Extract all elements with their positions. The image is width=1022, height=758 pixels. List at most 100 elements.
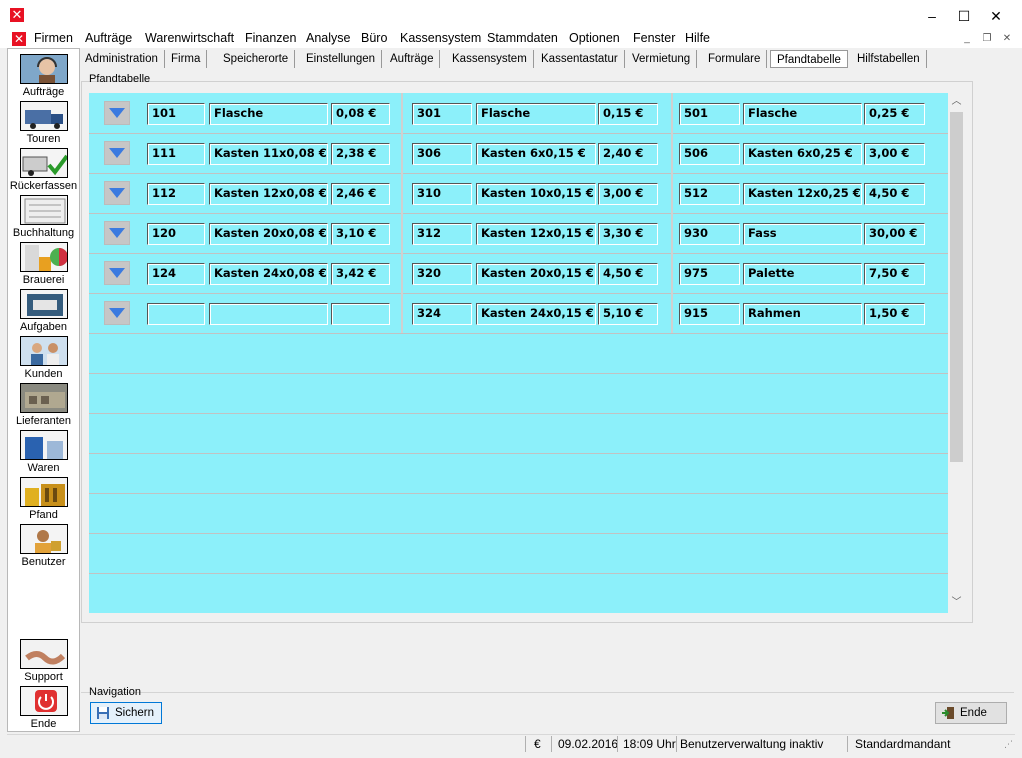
menu-analyse[interactable]: Analyse (306, 31, 350, 45)
sidebar-item-buchhaltung[interactable]: Buchhaltung (8, 195, 79, 239)
mdi-minimize-button[interactable]: _ (960, 32, 974, 46)
sidebar-item-rueckerfassen[interactable]: Rückerfassen (8, 148, 79, 192)
deposit-code[interactable]: 512 (679, 183, 740, 205)
deposit-name[interactable]: Flasche (209, 103, 328, 125)
deposit-name[interactable] (209, 303, 328, 325)
scroll-up-icon[interactable]: ︿ (948, 93, 965, 110)
scrollbar-thumb[interactable] (950, 112, 963, 462)
deposit-name[interactable]: Kasten 12x0,25 € (743, 183, 862, 205)
deposit-name[interactable]: Fass (743, 223, 862, 245)
row-dropdown-button[interactable] (104, 181, 130, 205)
deposit-price[interactable]: 0,08 € (331, 103, 390, 125)
maximize-button[interactable]: ☐ (949, 6, 979, 26)
deposit-name[interactable]: Kasten 24x0,08 € (209, 263, 328, 285)
deposit-code[interactable] (147, 303, 205, 325)
tab-pfandtabelle[interactable]: Pfandtabelle (770, 50, 848, 68)
mdi-app-icon[interactable]: ✕ (12, 32, 26, 46)
mdi-close-button[interactable]: ✕ (1000, 32, 1014, 46)
tab-speicherorte[interactable]: Speicherorte (217, 50, 296, 68)
deposit-price[interactable]: 7,50 € (864, 263, 925, 285)
row-dropdown-button[interactable] (104, 141, 130, 165)
tab-hilfstabellen[interactable]: Hilfstabellen (851, 50, 927, 68)
tab-kassentastatur[interactable]: Kassentastatur (535, 50, 625, 68)
row-dropdown-button[interactable] (104, 301, 130, 325)
sidebar-item-lieferanten[interactable]: Lieferanten (8, 383, 79, 427)
deposit-price[interactable]: 30,00 € (864, 223, 925, 245)
menu-stammdaten[interactable]: Stammdaten (487, 31, 558, 45)
sidebar-item-pfand[interactable]: Pfand (8, 477, 79, 521)
deposit-code[interactable]: 506 (679, 143, 740, 165)
sidebar-item-kunden[interactable]: Kunden (8, 336, 79, 380)
menu-firmen[interactable]: Firmen (34, 31, 73, 45)
tab-formulare[interactable]: Formulare (702, 50, 768, 68)
close-button[interactable]: ✕ (981, 6, 1011, 26)
deposit-code[interactable]: 312 (412, 223, 472, 245)
deposit-price[interactable]: 1,50 € (864, 303, 925, 325)
tab-firma[interactable]: Firma (165, 50, 208, 68)
mdi-restore-button[interactable]: ❐ (980, 32, 994, 46)
deposit-code[interactable]: 930 (679, 223, 740, 245)
deposit-name[interactable]: Rahmen (743, 303, 862, 325)
deposit-name[interactable]: Kasten 6x0,15 € (476, 143, 596, 165)
deposit-code[interactable]: 101 (147, 103, 205, 125)
exit-button[interactable]: Ende (935, 702, 1007, 724)
tab-kassensystem[interactable]: Kassensystem (446, 50, 534, 68)
deposit-name[interactable]: Kasten 24x0,15 € (476, 303, 596, 325)
deposit-price[interactable]: 0,15 € (598, 103, 658, 125)
vertical-scrollbar[interactable]: ︿ ﹀ (948, 93, 965, 613)
deposit-code[interactable]: 120 (147, 223, 205, 245)
sidebar-item-ende[interactable]: Ende (8, 686, 79, 730)
deposit-name[interactable]: Kasten 12x0,15 € (476, 223, 596, 245)
sidebar-item-aufgaben[interactable]: Aufgaben (8, 289, 79, 333)
deposit-price[interactable]: 2,46 € (331, 183, 390, 205)
deposit-price[interactable]: 3,10 € (331, 223, 390, 245)
menu-auftraege[interactable]: Aufträge (85, 31, 132, 45)
menu-hilfe[interactable]: Hilfe (685, 31, 710, 45)
menu-kassensystem[interactable]: Kassensystem (400, 31, 481, 45)
deposit-code[interactable]: 501 (679, 103, 740, 125)
sidebar-item-auftraege[interactable]: Aufträge (8, 54, 79, 98)
menu-finanzen[interactable]: Finanzen (245, 31, 296, 45)
deposit-name[interactable]: Kasten 12x0,08 € (209, 183, 328, 205)
app-icon[interactable]: ✕ (10, 8, 24, 22)
deposit-code[interactable]: 310 (412, 183, 472, 205)
tab-administration[interactable]: Administration (79, 50, 165, 68)
sidebar-item-brauerei[interactable]: Brauerei (8, 242, 79, 286)
row-dropdown-button[interactable] (104, 221, 130, 245)
deposit-price[interactable]: 3,00 € (864, 143, 925, 165)
menu-warenwirtschaft[interactable]: Warenwirtschaft (145, 31, 234, 45)
sidebar-item-support[interactable]: Support (8, 639, 79, 683)
sidebar-item-benutzer[interactable]: Benutzer (8, 524, 79, 568)
deposit-code[interactable]: 124 (147, 263, 205, 285)
deposit-name[interactable]: Kasten 6x0,25 € (743, 143, 862, 165)
deposit-name[interactable]: Kasten 20x0,15 € (476, 263, 596, 285)
sidebar-item-waren[interactable]: Waren (8, 430, 79, 474)
scroll-down-icon[interactable]: ﹀ (948, 594, 965, 611)
deposit-price[interactable] (331, 303, 390, 325)
deposit-code[interactable]: 915 (679, 303, 740, 325)
deposit-code[interactable]: 320 (412, 263, 472, 285)
deposit-price[interactable]: 2,40 € (598, 143, 658, 165)
sidebar-item-touren[interactable]: Touren (8, 101, 79, 145)
deposit-code[interactable]: 301 (412, 103, 472, 125)
deposit-price[interactable]: 3,30 € (598, 223, 658, 245)
deposit-price[interactable]: 3,00 € (598, 183, 658, 205)
minimize-button[interactable]: – (917, 6, 947, 26)
deposit-price[interactable]: 5,10 € (598, 303, 658, 325)
resize-grip-icon[interactable]: ⋰ (1004, 739, 1013, 750)
tab-vermietung[interactable]: Vermietung (626, 50, 698, 68)
deposit-code[interactable]: 306 (412, 143, 472, 165)
deposit-code[interactable]: 975 (679, 263, 740, 285)
deposit-price[interactable]: 0,25 € (864, 103, 925, 125)
deposit-code[interactable]: 324 (412, 303, 472, 325)
deposit-code[interactable]: 112 (147, 183, 205, 205)
menu-fenster[interactable]: Fenster (633, 31, 675, 45)
deposit-name[interactable]: Kasten 11x0,08 € (209, 143, 328, 165)
deposit-name[interactable]: Palette (743, 263, 862, 285)
deposit-name[interactable]: Kasten 20x0,08 € (209, 223, 328, 245)
deposit-price[interactable]: 3,42 € (331, 263, 390, 285)
menu-buero[interactable]: Büro (361, 31, 387, 45)
row-dropdown-button[interactable] (104, 101, 130, 125)
tab-auftraege[interactable]: Aufträge (384, 50, 441, 68)
deposit-price[interactable]: 4,50 € (598, 263, 658, 285)
